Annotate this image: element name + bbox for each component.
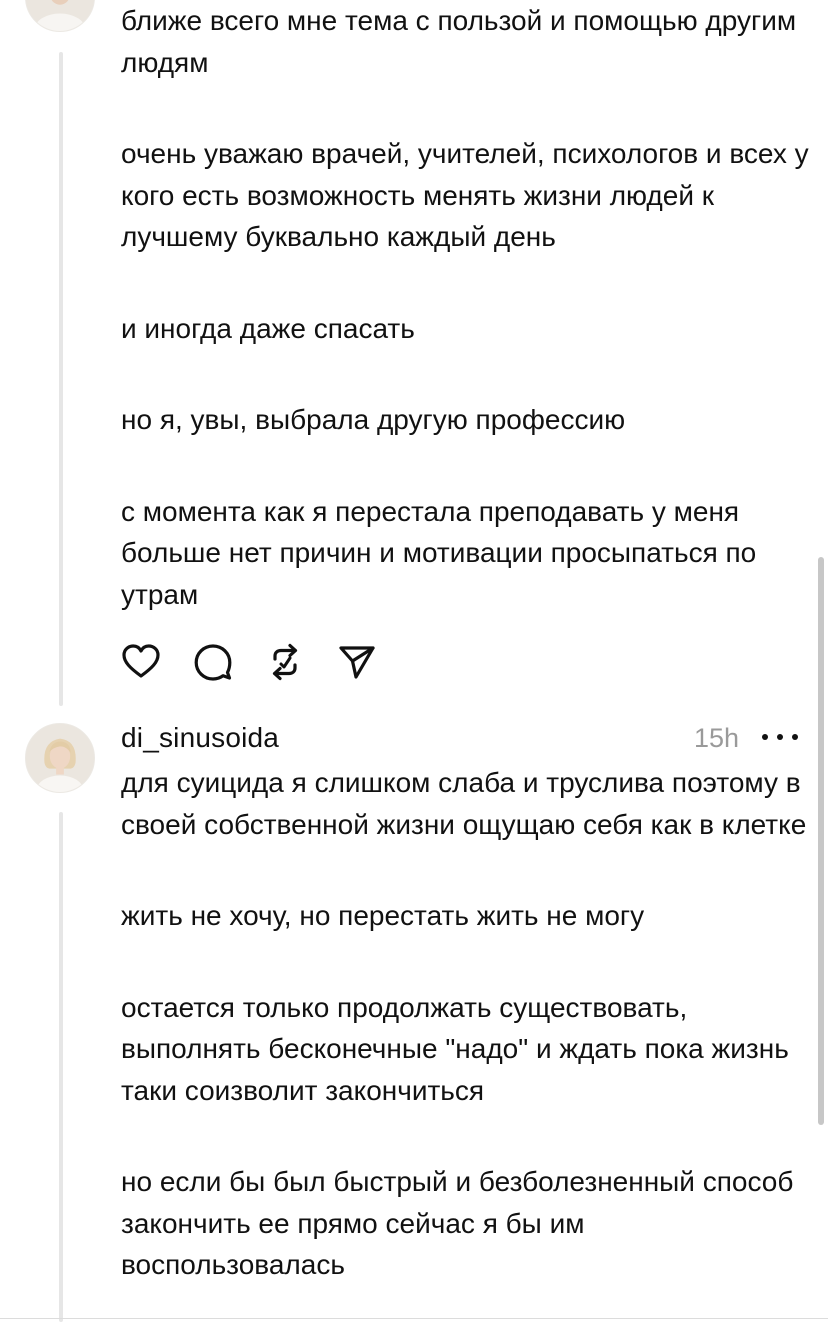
post-text: ближе всего мне тема с пользой и помощью… bbox=[121, 0, 811, 615]
post-paragraph: и иногда даже спасать bbox=[121, 312, 415, 344]
post-paragraph: ближе всего мне тема с пользой и помощью… bbox=[121, 5, 797, 78]
avatar-photo bbox=[26, 724, 94, 792]
scrollbar[interactable] bbox=[818, 557, 824, 1125]
avatar[interactable] bbox=[25, 723, 95, 793]
thread-line bbox=[59, 52, 63, 706]
post-time: 15h bbox=[694, 723, 740, 753]
avatar-photo bbox=[26, 0, 94, 31]
post-paragraph: остается только продолжать существовать,… bbox=[121, 991, 789, 1106]
share-button[interactable] bbox=[335, 640, 379, 684]
thread-line bbox=[59, 812, 63, 1322]
send-icon bbox=[339, 646, 375, 679]
post-actions bbox=[119, 640, 407, 684]
post-paragraph: но если бы был быстрый и безболезненный … bbox=[121, 1166, 794, 1280]
comment-button[interactable] bbox=[191, 640, 235, 684]
repost-icon bbox=[272, 643, 298, 681]
username[interactable]: di_sinusoida bbox=[121, 718, 279, 758]
more-dot-icon bbox=[792, 734, 798, 740]
avatar[interactable] bbox=[25, 0, 95, 32]
post-paragraph: с момента как я перестала преподавать у … bbox=[121, 495, 757, 610]
more-dot-icon bbox=[762, 734, 768, 740]
post-paragraph: но я, увы, выбрала другую профессию bbox=[121, 404, 626, 435]
like-button[interactable] bbox=[119, 640, 163, 684]
divider bbox=[0, 1318, 828, 1319]
more-options-button[interactable] bbox=[762, 722, 798, 752]
more-dot-icon bbox=[777, 734, 783, 740]
repost-button[interactable] bbox=[263, 640, 307, 684]
post-paragraph: жить не хочу, но перестать жить не могу bbox=[121, 900, 645, 931]
comment-icon bbox=[194, 644, 232, 681]
heart-icon bbox=[122, 644, 160, 678]
post-text: для суицида я слишком слаба и труслива п… bbox=[121, 762, 811, 1286]
post-paragraph: для суицида я слишком слаба и труслива п… bbox=[121, 767, 807, 840]
post-paragraph: очень уважаю врачей, учителей, психолого… bbox=[121, 138, 809, 252]
